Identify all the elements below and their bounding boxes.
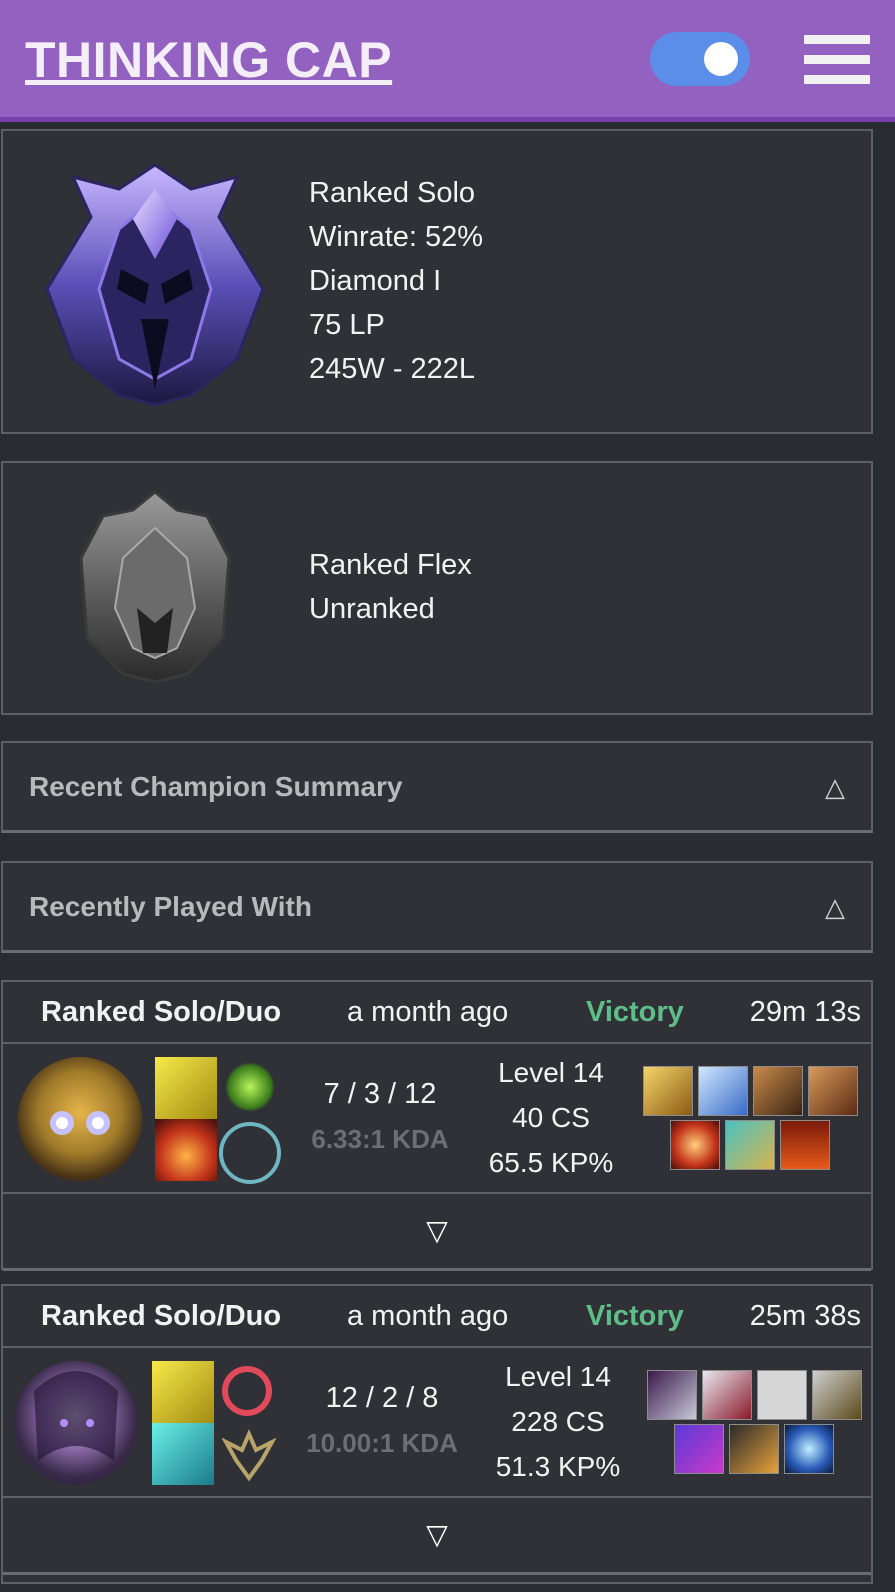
match-header: Ranked Solo/Duo a month ago Victory 25m … [3,1286,871,1348]
champion-avatar [14,1361,138,1485]
item-slot-5[interactable] [670,1120,720,1170]
kda-score: 7 / 3 / 12 [323,1078,437,1110]
rune-secondary-icon [219,1122,281,1184]
kda-score: 12 / 2 / 8 [325,1382,439,1414]
item-slot-2[interactable] [702,1370,752,1420]
theme-toggle[interactable] [650,32,750,86]
item-slot-7[interactable] [780,1120,830,1170]
kill-participation: 51.3 KP% [495,1451,621,1482]
item-slot-5[interactable] [674,1424,724,1474]
rank-status: Unranked [309,593,435,625]
champion-level: Level 14 [498,1057,604,1088]
collapse-triangle-icon: △ [825,892,845,922]
item-slot-4[interactable] [812,1370,862,1420]
winrate: Winrate: 52% [309,221,484,253]
item-slot-2[interactable] [698,1066,748,1116]
section-title: Recent Champion Summary [29,771,403,802]
item-slot-1[interactable] [647,1370,697,1420]
champion-level: Level 14 [505,1361,611,1392]
match-card: Ranked Solo/Duo a month ago Victory 25m … [1,1284,873,1584]
time-ago: a month ago [347,1300,509,1332]
kill-participation: 65.5 KP% [488,1147,614,1178]
win-loss-record: 245W - 222L [309,353,476,385]
creep-score: 228 CS [511,1406,605,1437]
match-body: 7 / 3 / 12 6.33:1 KDA Level 14 40 CS 65.… [3,1044,871,1194]
match-card: Ranked Solo/Duo a month ago Victory 29m … [1,980,873,1271]
match-expand-button[interactable]: ▽ [3,1498,871,1575]
item-slot-3[interactable] [753,1066,803,1116]
ranked-solo-card: Ranked Solo Winrate: 52% Diamond I 75 LP… [1,129,873,434]
summoner-spell-ghost-icon [152,1423,214,1485]
champion-summary-toggle[interactable]: Recent Champion Summary △ [1,741,873,833]
kda-ratio: 10.00:1 KDA [306,1428,458,1458]
time-ago: a month ago [347,996,509,1028]
ranked-flex-card: Ranked Flex Unranked [1,461,873,715]
played-with-toggle[interactable]: Recently Played With △ [1,861,873,953]
match-expand-button[interactable]: ▽ [3,1194,871,1271]
match-duration: 25m 38s [749,1300,861,1332]
item-slot-3[interactable] [757,1370,807,1420]
hamburger-menu-icon[interactable] [804,35,870,85]
queue-name: Ranked Solo [309,177,476,209]
item-slot-7[interactable] [784,1424,834,1474]
match-result: Victory [586,1300,684,1332]
match-duration: 29m 13s [749,996,861,1028]
match-header: Ranked Solo/Duo a month ago Victory 29m … [3,982,871,1044]
rune-secondary-icon [221,1428,277,1482]
league-points: 75 LP [309,309,385,341]
match-result: Victory [586,996,684,1028]
queue-type: Ranked Solo/Duo [41,996,282,1028]
brand-link[interactable]: THINKING CAP [25,30,392,90]
item-slot-6[interactable] [729,1424,779,1474]
rune-keystone-icon [222,1366,272,1416]
toggle-knob [704,42,738,76]
unranked-emblem-icon [79,490,231,684]
top-nav: THINKING CAP [0,0,895,122]
queue-type: Ranked Solo/Duo [41,1300,282,1332]
champion-avatar [18,1057,142,1181]
rank-tier: Diamond I [309,265,442,297]
collapse-triangle-icon: △ [825,772,845,802]
item-slot-6[interactable] [725,1120,775,1170]
match-body: 12 / 2 / 8 10.00:1 KDA Level 14 228 CS 5… [3,1348,871,1498]
summoner-spell-ignite-icon [155,1119,217,1181]
expand-triangle-icon: ▽ [426,1519,448,1550]
item-slot-4[interactable] [808,1066,858,1116]
item-slot-1[interactable] [643,1066,693,1116]
diamond-emblem-icon [45,163,265,407]
summoner-spell-flash-icon [155,1057,217,1119]
queue-name: Ranked Flex [309,549,472,581]
rune-keystone-icon [225,1062,275,1112]
section-title: Recently Played With [29,891,312,922]
creep-score: 40 CS [512,1102,590,1133]
summoner-spell-flash-icon [152,1361,214,1423]
expand-triangle-icon: ▽ [426,1215,448,1246]
kda-ratio: 6.33:1 KDA [311,1124,449,1154]
